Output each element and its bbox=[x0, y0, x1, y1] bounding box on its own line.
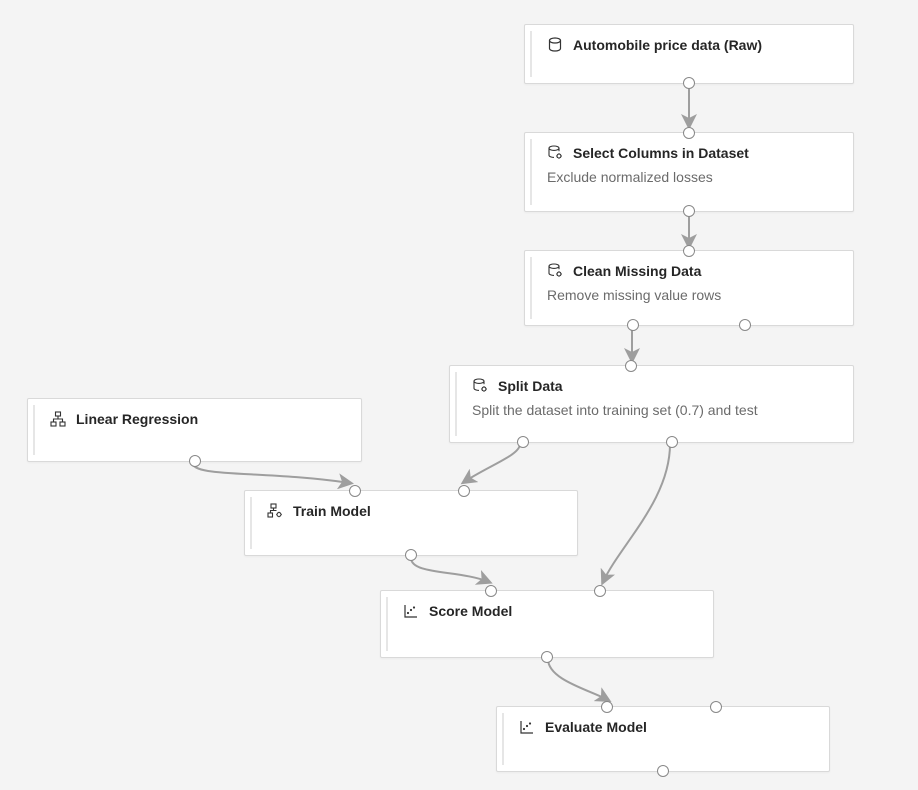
database-gear-icon bbox=[547, 263, 563, 279]
output-port[interactable] bbox=[189, 455, 201, 467]
node-linear-regression[interactable]: Linear Regression bbox=[27, 398, 362, 462]
input-port-1[interactable] bbox=[485, 585, 497, 597]
node-title: Train Model bbox=[293, 503, 371, 519]
model-tree-icon bbox=[50, 411, 66, 427]
node-automobile-data[interactable]: Automobile price data (Raw) bbox=[524, 24, 854, 84]
node-train-model[interactable]: Train Model bbox=[244, 490, 578, 556]
database-gear-icon bbox=[472, 378, 488, 394]
input-port-1[interactable] bbox=[601, 701, 613, 713]
output-port[interactable] bbox=[683, 205, 695, 217]
database-gear-icon bbox=[547, 145, 563, 161]
input-port[interactable] bbox=[683, 127, 695, 139]
output-port[interactable] bbox=[541, 651, 553, 663]
node-subtitle: Remove missing value rows bbox=[547, 287, 837, 303]
output-port-1[interactable] bbox=[627, 319, 639, 331]
node-title: Split Data bbox=[498, 378, 563, 394]
input-port-1[interactable] bbox=[349, 485, 361, 497]
input-port[interactable] bbox=[683, 245, 695, 257]
node-title: Clean Missing Data bbox=[573, 263, 701, 279]
node-title: Automobile price data (Raw) bbox=[573, 37, 762, 53]
node-title: Score Model bbox=[429, 603, 512, 619]
pipeline-canvas[interactable]: Automobile price data (Raw) Select Colum… bbox=[0, 0, 918, 790]
node-subtitle: Split the dataset into training set (0.7… bbox=[472, 402, 837, 418]
input-port-2[interactable] bbox=[458, 485, 470, 497]
model-tree-gear-icon bbox=[267, 503, 283, 519]
node-evaluate-model[interactable]: Evaluate Model bbox=[496, 706, 830, 772]
node-title: Linear Regression bbox=[76, 411, 198, 427]
node-title: Evaluate Model bbox=[545, 719, 647, 735]
node-clean-missing-data[interactable]: Clean Missing Data Remove missing value … bbox=[524, 250, 854, 326]
database-icon bbox=[547, 37, 563, 53]
node-select-columns[interactable]: Select Columns in Dataset Exclude normal… bbox=[524, 132, 854, 212]
scatter-chart-icon bbox=[403, 603, 419, 619]
input-port[interactable] bbox=[625, 360, 637, 372]
output-port[interactable] bbox=[657, 765, 669, 777]
node-title: Select Columns in Dataset bbox=[573, 145, 749, 161]
output-port-2[interactable] bbox=[739, 319, 751, 331]
input-port-2[interactable] bbox=[594, 585, 606, 597]
node-split-data[interactable]: Split Data Split the dataset into traini… bbox=[449, 365, 854, 443]
output-port-2[interactable] bbox=[666, 436, 678, 448]
output-port[interactable] bbox=[683, 77, 695, 89]
output-port[interactable] bbox=[405, 549, 417, 561]
node-score-model[interactable]: Score Model bbox=[380, 590, 714, 658]
output-port-1[interactable] bbox=[517, 436, 529, 448]
input-port-2[interactable] bbox=[710, 701, 722, 713]
scatter-chart-icon bbox=[519, 719, 535, 735]
node-subtitle: Exclude normalized losses bbox=[547, 169, 837, 185]
